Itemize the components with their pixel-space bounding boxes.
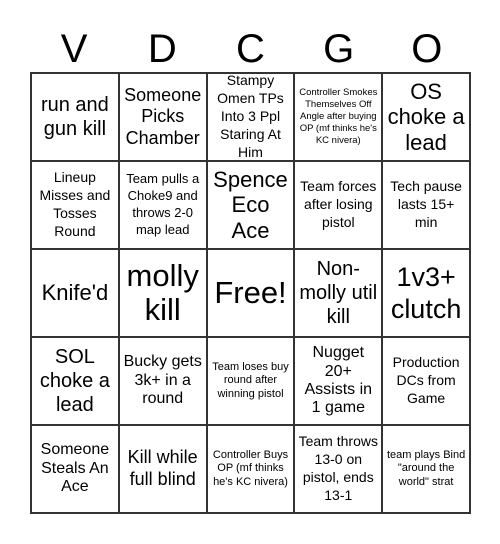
bingo-cell[interactable]: Controller Smokes Themselves Off Angle a… bbox=[294, 73, 383, 161]
bingo-cell[interactable]: Nugget 20+ Assists in 1 game bbox=[294, 337, 383, 425]
bingo-cell[interactable]: Stampy Omen TPs Into 3 Ppl Staring At Hi… bbox=[206, 73, 295, 161]
bingo-cell[interactable]: Production DCs from Game bbox=[382, 337, 470, 425]
bingo-cell[interactable]: Kill while full blind bbox=[118, 425, 207, 513]
header-letter-c: C bbox=[236, 27, 265, 71]
bingo-cell[interactable]: Non-molly util kill bbox=[294, 249, 383, 337]
bingo-cell[interactable]: molly kill bbox=[118, 249, 207, 337]
header-letter-g: G bbox=[323, 27, 355, 71]
bingo-cell[interactable]: Lineup Misses and Tosses Round bbox=[31, 161, 119, 249]
bingo-cell[interactable]: 1v3+ clutch bbox=[382, 249, 470, 337]
header-letter-v: V bbox=[60, 27, 88, 71]
bingo-cell[interactable]: Team forces after losing pistol bbox=[294, 161, 383, 249]
header-letter-d: D bbox=[147, 27, 177, 71]
bingo-cell[interactable]: Controller Buys OP (mf thinks he's KC ni… bbox=[206, 425, 295, 513]
bingo-header: V D C G O bbox=[30, 26, 471, 72]
bingo-cell[interactable]: Bucky gets 3k+ in a round bbox=[118, 337, 207, 425]
bingo-cell[interactable]: Tech pause lasts 15+ min bbox=[382, 161, 470, 249]
bingo-cell[interactable]: OS choke a lead bbox=[382, 73, 470, 161]
bingo-cell[interactable]: team plays Bind "around the world" strat bbox=[382, 425, 470, 513]
bingo-cell[interactable]: Team loses buy round after winning pisto… bbox=[206, 337, 295, 425]
bingo-cell[interactable]: Someone Steals An Ace bbox=[31, 425, 119, 513]
bingo-cell[interactable]: Someone Picks Chamber bbox=[118, 73, 207, 161]
bingo-cell[interactable]: run and gun kill bbox=[31, 73, 119, 161]
bingo-grid: run and gun kill Someone Picks Chamber S… bbox=[30, 72, 471, 514]
free-space[interactable]: Free! bbox=[206, 249, 295, 337]
bingo-cell[interactable]: SOL choke a lead bbox=[31, 337, 119, 425]
bingo-cell[interactable]: Team pulls a Choke9 and throws 2-0 map l… bbox=[118, 161, 207, 249]
bingo-cell[interactable]: Spence Eco Ace bbox=[206, 161, 295, 249]
bingo-cell[interactable]: Knife'd bbox=[31, 249, 119, 337]
header-letter-o: O bbox=[411, 27, 443, 71]
bingo-cell[interactable]: Team throws 13-0 on pistol, ends 13-1 bbox=[294, 425, 383, 513]
